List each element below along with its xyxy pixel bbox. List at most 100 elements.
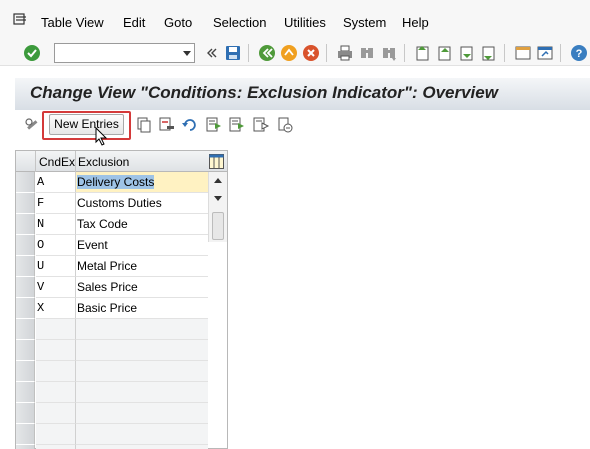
conditions-table: CndEx Exclusion A Delivery Costs F Customs …: [15, 150, 228, 449]
find-next-icon[interactable]: [380, 44, 398, 62]
row-selector[interactable]: [16, 172, 35, 193]
cell-exclusion[interactable]: Tax Code: [76, 214, 208, 235]
first-page-icon[interactable]: [414, 44, 432, 62]
empty-cell: [76, 361, 208, 382]
column-header-exclusion[interactable]: Exclusion: [78, 155, 129, 169]
empty-table-row: [16, 382, 227, 403]
last-page-icon[interactable]: [480, 44, 498, 62]
column-header-cndex[interactable]: CndEx: [39, 155, 75, 169]
empty-table-row: [16, 361, 227, 382]
row-selector[interactable]: [16, 235, 35, 256]
find-icon[interactable]: [358, 44, 376, 62]
cell-exclusion-text: Basic Price: [77, 301, 138, 315]
cell-cndex: A: [36, 172, 76, 193]
cell-exclusion-text: Delivery Costs: [77, 175, 155, 189]
cell-exclusion-text: Metal Price: [77, 259, 138, 273]
empty-cell: [76, 340, 208, 361]
create-session-icon[interactable]: [514, 44, 532, 62]
scroll-thumb[interactable]: [212, 212, 224, 240]
empty-cell: [76, 382, 208, 403]
table-row[interactable]: V Sales Price: [16, 277, 227, 298]
cell-cndex: N: [36, 214, 76, 235]
menu-edit[interactable]: Edit: [123, 15, 145, 30]
enter-icon[interactable]: [23, 44, 41, 62]
empty-cell: [76, 445, 208, 449]
empty-table-row: [16, 403, 227, 424]
empty-cell: [36, 340, 76, 361]
table-row[interactable]: X Basic Price: [16, 298, 227, 319]
page-title: Change View "Conditions: Exclusion Indic…: [30, 83, 498, 102]
app-menu-icon[interactable]: [13, 12, 27, 26]
empty-table-row: [16, 340, 227, 361]
row-selector[interactable]: [16, 193, 35, 214]
scroll-up-icon[interactable]: [214, 178, 222, 183]
row-selector[interactable]: [16, 214, 35, 235]
empty-cell: [36, 445, 76, 449]
menu-goto[interactable]: Goto: [164, 15, 192, 30]
copy-as-icon[interactable]: [135, 116, 153, 134]
table-row[interactable]: U Metal Price: [16, 256, 227, 277]
row-selector: [16, 445, 35, 449]
choose-icon[interactable]: [277, 116, 295, 134]
shortcut-icon[interactable]: [536, 44, 554, 62]
row-selector: [16, 319, 35, 340]
row-selector[interactable]: [16, 277, 35, 298]
help-icon[interactable]: ?: [570, 44, 588, 62]
select-all-icon[interactable]: [205, 116, 223, 134]
system-toolbar: ?: [0, 40, 590, 66]
menu-utilities[interactable]: Utilities: [284, 15, 326, 30]
delete-icon[interactable]: [158, 116, 176, 134]
table-header: CndEx Exclusion: [16, 151, 227, 172]
table-row[interactable]: N Tax Code: [16, 214, 227, 235]
display-change-icon[interactable]: [24, 116, 42, 134]
empty-cell: [76, 403, 208, 424]
collapse-icon[interactable]: [202, 44, 220, 62]
scroll-down-icon[interactable]: [214, 196, 222, 201]
table-row[interactable]: O Event: [16, 235, 227, 256]
menu-table-view[interactable]: Table View: [41, 15, 104, 30]
table-row[interactable]: A Delivery Costs: [16, 172, 227, 193]
row-selector[interactable]: [16, 298, 35, 319]
next-page-icon[interactable]: [458, 44, 476, 62]
command-dropdown-icon[interactable]: [176, 44, 194, 62]
undo-change-icon[interactable]: [181, 116, 199, 134]
print-icon[interactable]: [336, 44, 354, 62]
command-field[interactable]: [54, 43, 195, 63]
empty-table-row: [16, 424, 227, 445]
vertical-scrollbar[interactable]: [208, 172, 227, 242]
select-all-rows-cell[interactable]: [16, 151, 36, 172]
cell-exclusion-text: Event: [77, 238, 108, 252]
deselect-all-icon[interactable]: [252, 116, 270, 134]
cell-cndex: V: [36, 277, 76, 298]
empty-cell: [36, 361, 76, 382]
empty-cell: [36, 319, 76, 340]
cell-exclusion[interactable]: Event: [76, 235, 208, 256]
menu-bar: Table View Edit Goto Selection Utilities…: [0, 0, 590, 40]
empty-cell: [76, 319, 208, 340]
cell-cndex: F: [36, 193, 76, 214]
title-bar: Change View "Conditions: Exclusion Indic…: [15, 78, 590, 110]
previous-page-icon[interactable]: [436, 44, 454, 62]
new-entries-highlight-box: [42, 111, 131, 140]
table-settings-icon[interactable]: [209, 154, 224, 169]
cell-exclusion[interactable]: Sales Price: [76, 277, 208, 298]
table-row[interactable]: F Customs Duties: [16, 193, 227, 214]
cell-exclusion[interactable]: Basic Price: [76, 298, 208, 319]
cancel-icon[interactable]: [302, 44, 320, 62]
cell-cndex: U: [36, 256, 76, 277]
empty-table-row: [16, 319, 227, 340]
cell-exclusion[interactable]: Delivery Costs: [76, 172, 208, 193]
svg-text:?: ?: [576, 48, 583, 60]
select-block-icon[interactable]: [228, 116, 246, 134]
menu-help[interactable]: Help: [402, 15, 429, 30]
cell-exclusion[interactable]: Metal Price: [76, 256, 208, 277]
row-selector[interactable]: [16, 256, 35, 277]
back-icon[interactable]: [258, 44, 276, 62]
menu-system[interactable]: System: [343, 15, 386, 30]
empty-cell: [76, 424, 208, 445]
exit-icon[interactable]: [280, 44, 298, 62]
cell-exclusion[interactable]: Customs Duties: [76, 193, 208, 214]
save-icon[interactable]: [224, 44, 242, 62]
cell-exclusion-text: Sales Price: [77, 280, 138, 294]
menu-selection[interactable]: Selection: [213, 15, 266, 30]
